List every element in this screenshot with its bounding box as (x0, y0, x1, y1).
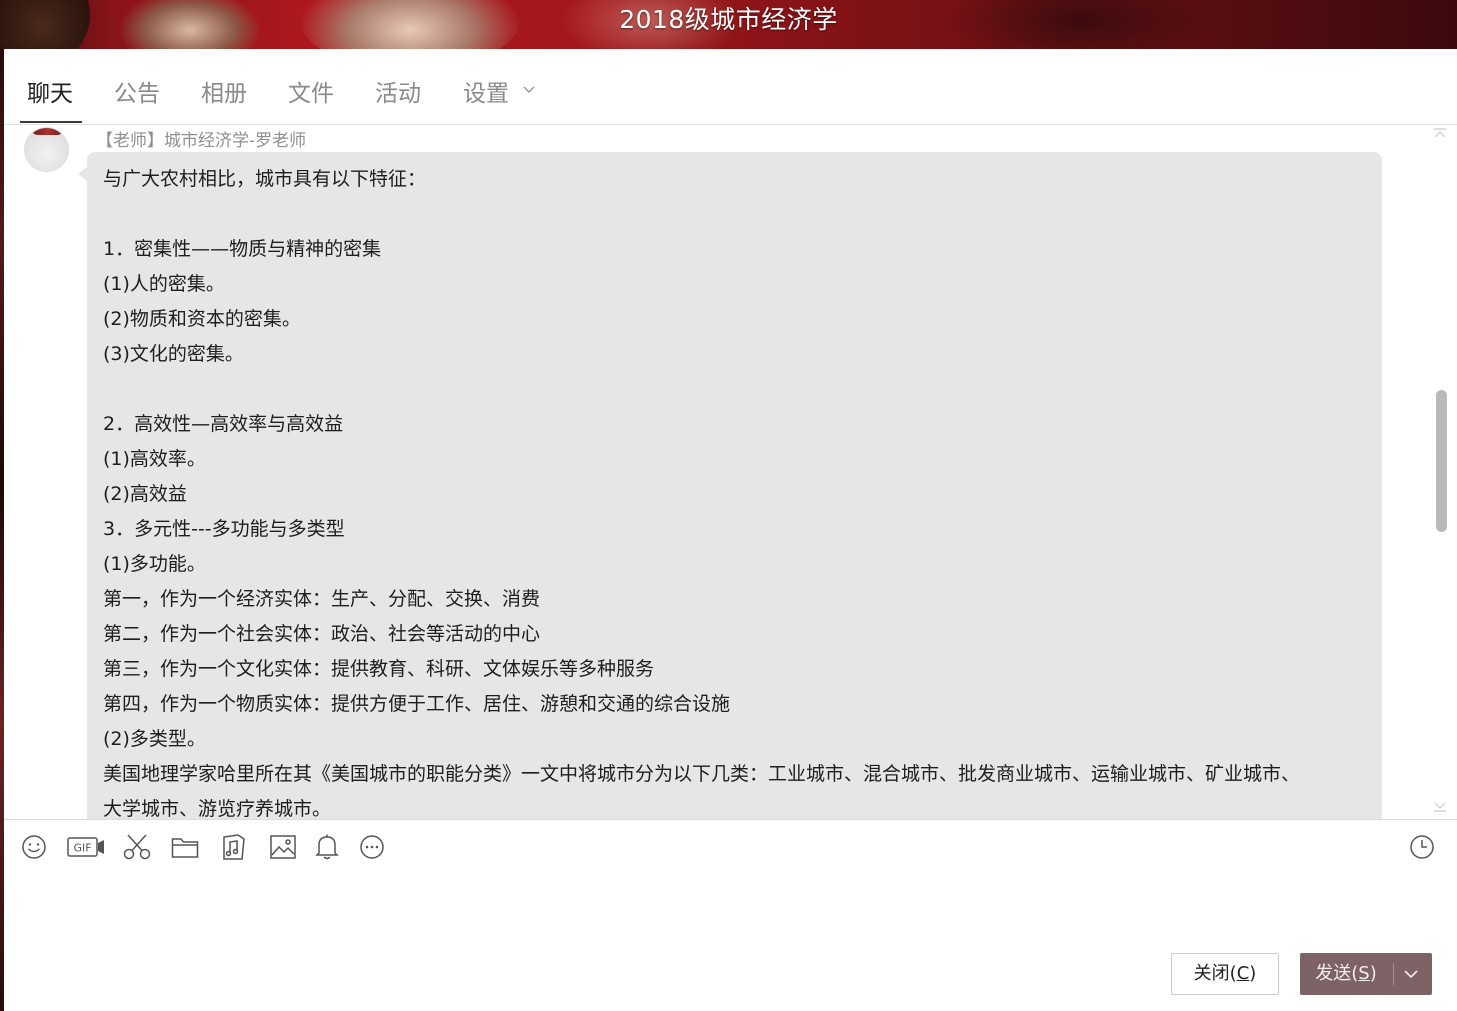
send-button-suffix: ) (1369, 963, 1377, 984)
folder-icon[interactable] (168, 832, 202, 862)
more-icon[interactable] (355, 832, 389, 862)
message-line: (3)文化的密集。 (103, 343, 244, 365)
send-button-label[interactable]: 发送(S) (1300, 953, 1392, 995)
title-banner: 2018级城市经济学 (0, 0, 1457, 49)
clock-icon[interactable] (1405, 832, 1439, 862)
message-line: 与广大农村相比，城市具有以下特征： (103, 168, 427, 190)
tab-chat[interactable]: 聊天 (27, 77, 73, 111)
message-line: 美国地理学家哈里所在其《美国城市的职能分类》一文中将城市分为以下几类：工业城市、… (103, 763, 1301, 785)
scroll-down-icon[interactable] (1432, 801, 1448, 813)
tab-announcement[interactable]: 公告 (114, 77, 160, 111)
chevron-down-icon[interactable] (1403, 967, 1419, 981)
send-button[interactable]: 发送(S) (1300, 953, 1432, 995)
app-window: 2018级城市经济学 聊天 公告 相册 文件 活动 设置 【老师】城市经济学-罗… (0, 0, 1457, 1011)
image-icon[interactable] (266, 832, 300, 862)
close-button-suffix: ) (1249, 963, 1257, 984)
message-line: 3．多元性---多功能与多类型 (103, 518, 345, 540)
message-line: 第一，作为一个经济实体：生产、分配、交换、消费 (103, 588, 541, 610)
emoji-icon[interactable] (17, 832, 51, 862)
tab-album[interactable]: 相册 (201, 77, 247, 111)
message-line (103, 197, 1366, 232)
window-title: 2018级城市经济学 (619, 5, 838, 34)
message-line: 大学城市、游览疗养城市。 (103, 798, 332, 819)
message-text: 与广大农村相比，城市具有以下特征： 1．密集性——物质与精神的密集 (1)人的密集。… (103, 162, 1366, 819)
active-tab-underline (20, 121, 82, 123)
sender-name: 【老师】城市经济学-罗老师 (96, 131, 307, 151)
message-bubble: 与广大农村相比，城市具有以下特征： 1．密集性——物质与精神的密集 (1)人的密集。… (87, 152, 1382, 819)
message-line: 2．高效性—高效率与高效益 (103, 413, 344, 435)
message-line: (2)高效益 (103, 483, 187, 505)
tab-settings[interactable]: 设置 (463, 77, 509, 111)
send-button-key: S (1358, 963, 1370, 984)
message-line (103, 372, 1366, 407)
scrollbar-thumb[interactable] (1436, 390, 1447, 532)
tab-activity[interactable]: 活动 (375, 77, 421, 111)
message-line: 1．密集性——物质与精神的密集 (103, 238, 382, 260)
scroll-up-icon[interactable] (1432, 127, 1448, 139)
message-line: (1)人的密集。 (103, 273, 225, 295)
message-line: 第二，作为一个社会实体：政治、社会等活动的中心 (103, 623, 541, 645)
message-line: 第四，作为一个物质实体：提供方便于工作、居住、游憩和交通的综合设施 (103, 693, 731, 715)
message-line: (2)物质和资本的密集。 (103, 308, 301, 330)
tab-files[interactable]: 文件 (288, 77, 334, 111)
bell-icon[interactable] (310, 832, 344, 862)
gif-icon-text: GIF (73, 842, 91, 855)
bubble-tail (78, 167, 87, 181)
close-button-label: 关闭( (1193, 963, 1237, 984)
close-button-key: C (1236, 963, 1250, 984)
chevron-down-icon[interactable] (522, 83, 536, 97)
message-line: (1)高效率。 (103, 448, 206, 470)
message-input[interactable] (4, 876, 1457, 946)
chat-history[interactable]: 【老师】城市经济学-罗老师 与广大农村相比，城市具有以下特征： 1．密集性——物质… (4, 125, 1457, 819)
avatar[interactable] (24, 127, 69, 172)
send-button-text: 发送( (1315, 963, 1359, 984)
gif-icon[interactable]: GIF (66, 832, 106, 862)
tab-bar: 聊天 公告 相册 文件 活动 设置 (4, 49, 1457, 125)
message-line: 第三，作为一个文化实体：提供教育、科研、文体娱乐等多种服务 (103, 658, 655, 680)
send-button-separator (1393, 963, 1394, 985)
input-toolbar: GIF (4, 820, 1457, 876)
close-button[interactable]: 关闭(C) (1171, 953, 1279, 995)
music-icon[interactable] (217, 832, 251, 862)
screenshot-scissors-icon[interactable] (120, 832, 154, 862)
message-line: (1)多功能。 (103, 553, 206, 575)
message-line: (2)多类型。 (103, 728, 206, 750)
